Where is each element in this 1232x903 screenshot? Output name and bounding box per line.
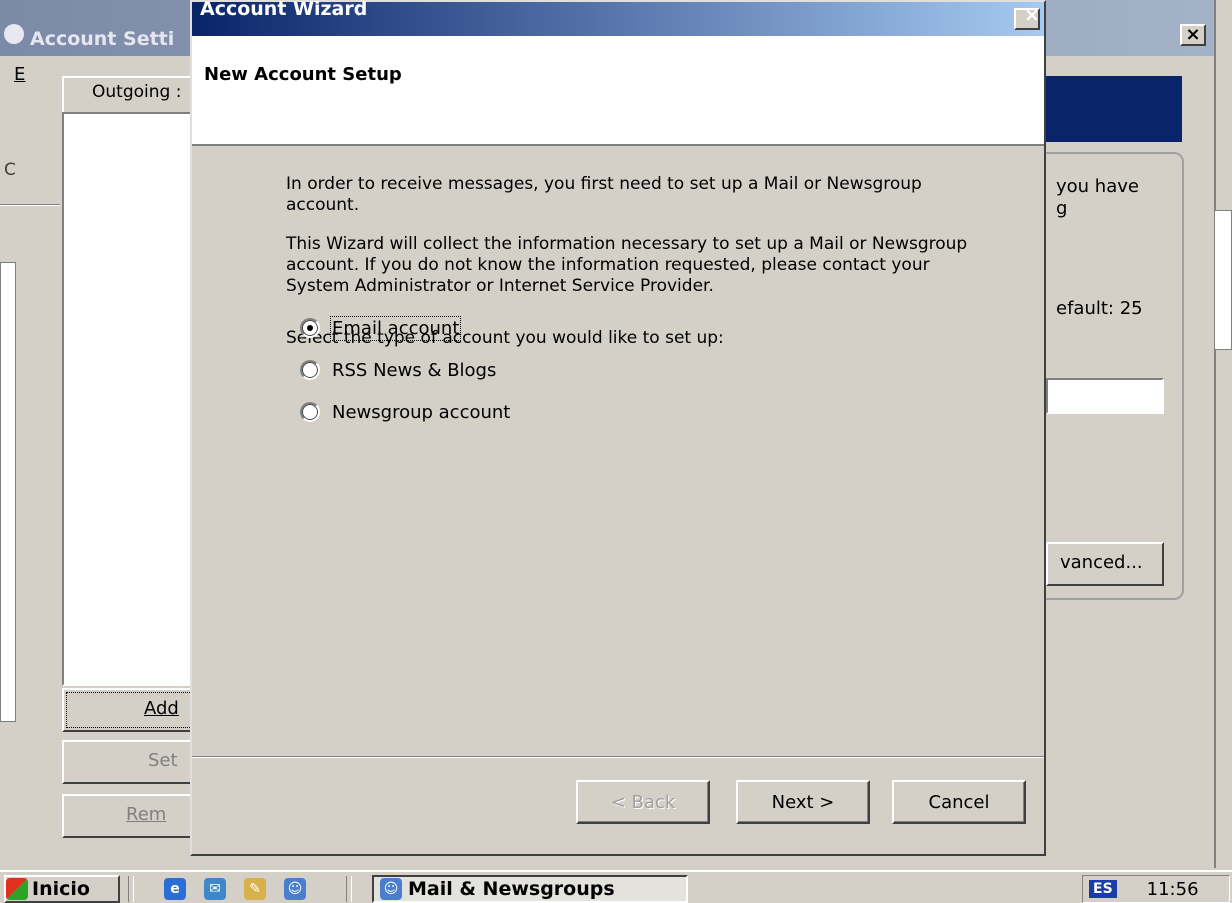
start-button[interactable]: Inicio xyxy=(4,875,120,903)
wizard-header-panel: New Account Setup xyxy=(192,36,1044,146)
mozilla-icon[interactable]: ☺ xyxy=(284,878,306,900)
close-icon: × xyxy=(1024,4,1040,26)
mozilla-mail-icon: ☺ xyxy=(380,878,402,900)
windows-logo-icon xyxy=(6,878,28,900)
remove-account-button[interactable]: Rem xyxy=(62,794,198,838)
cancel-button[interactable]: Cancel xyxy=(892,780,1026,824)
taskbar-item-mail-newsgroups[interactable]: ☺ Mail & Newsgroups xyxy=(372,875,688,903)
account-settings-title: Account Setti xyxy=(30,28,175,50)
radio-unselected-icon xyxy=(300,402,320,422)
remove-account-label: Rem xyxy=(126,804,167,825)
task-divider xyxy=(346,876,352,902)
back-button[interactable]: < Back xyxy=(576,780,710,824)
option-email-label: Email account xyxy=(329,315,462,341)
option-newsgroup-account[interactable]: Newsgroup account xyxy=(300,398,510,426)
left-edge-panel xyxy=(0,262,16,722)
settings-text-line1: you have xyxy=(1056,176,1139,197)
option-newsgroup-label: Newsgroup account xyxy=(332,401,511,423)
settings-text-line2: g xyxy=(1056,198,1068,219)
account-wizard-dialog: Account Wizard × New Account Setup In or… xyxy=(190,0,1046,856)
port-default-text: efault: 25 xyxy=(1056,298,1143,319)
language-indicator[interactable]: ES xyxy=(1089,880,1117,898)
notepad-icon[interactable]: ✎ xyxy=(244,878,266,900)
intro-paragraph: In order to receive messages, you first … xyxy=(286,174,922,215)
option-email-account[interactable]: Email account xyxy=(300,314,462,342)
wizard-title: Account Wizard xyxy=(200,0,368,20)
app-icon xyxy=(4,24,24,44)
system-tray: ES 11:56 xyxy=(1082,875,1230,903)
outgoing-tab-label: Outgoing : xyxy=(92,82,182,102)
clock: 11:56 xyxy=(1146,878,1199,900)
left-edge-divider xyxy=(0,204,60,206)
account-settings-close-button[interactable]: × xyxy=(1180,24,1206,46)
wizard-close-button[interactable]: × xyxy=(1014,4,1040,30)
task-label: Mail & Newsgroups xyxy=(408,878,615,900)
taskbar: Inicio e ✉ ✎ ☺ ☺ Mail & Newsgroups ES 11… xyxy=(0,870,1232,903)
outgoing-tab[interactable]: Outgoing : xyxy=(62,76,198,112)
settings-input-field[interactable] xyxy=(1046,378,1164,414)
info-paragraph: This Wizard will collect the information… xyxy=(286,234,968,296)
edge-scroll-stub xyxy=(1214,210,1232,350)
left-edge-label: C xyxy=(4,160,16,180)
add-account-label: Add xyxy=(144,698,179,719)
advanced-button-label: vanced... xyxy=(1060,552,1143,573)
internet-explorer-icon[interactable]: e xyxy=(164,878,186,900)
accounts-list[interactable] xyxy=(62,112,198,686)
advanced-button[interactable]: vanced... xyxy=(1046,542,1164,586)
close-icon: × xyxy=(1185,24,1201,45)
button-separator xyxy=(192,756,1044,758)
set-default-label: Set xyxy=(148,750,178,771)
quicklaunch-divider xyxy=(128,876,134,902)
radio-unselected-icon xyxy=(300,360,320,380)
start-label: Inicio xyxy=(32,878,90,900)
outlook-express-icon[interactable]: ✉ xyxy=(204,878,226,900)
radio-selected-icon xyxy=(300,318,320,338)
option-rss-label: RSS News & Blogs xyxy=(332,359,497,381)
option-rss-news-blogs[interactable]: RSS News & Blogs xyxy=(300,356,496,384)
wizard-header-title: New Account Setup xyxy=(204,64,402,85)
menu-item-edit[interactable]: E xyxy=(14,64,25,85)
wizard-titlebar[interactable]: Account Wizard × xyxy=(192,0,1044,36)
add-account-button[interactable]: Add xyxy=(62,688,198,732)
next-button[interactable]: Next > xyxy=(736,780,870,824)
settings-groupbox xyxy=(1046,152,1184,600)
set-default-button[interactable]: Set xyxy=(62,740,198,784)
settings-header-band xyxy=(1046,76,1182,142)
background-window-edge xyxy=(1214,0,1232,868)
